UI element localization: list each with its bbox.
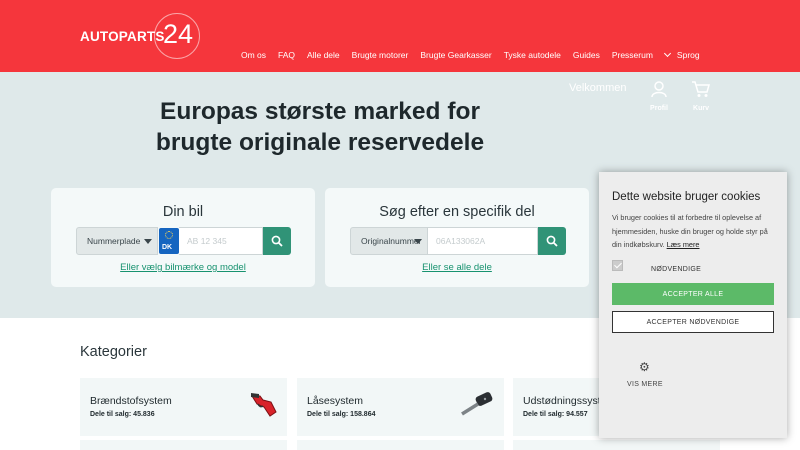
logo-number: 24: [163, 19, 194, 49]
search-type-select[interactable]: Nummerplade: [76, 227, 158, 255]
part-search-type-value: Originalnummer: [361, 236, 422, 246]
cart-icon: [692, 81, 710, 97]
nav-item-guides[interactable]: Guides: [573, 50, 600, 60]
hero-title-line-2: brugte originale reservedele: [155, 129, 485, 156]
car-search-card: Din bil Nummerplade DK AB 12 345 Eller v…: [51, 188, 315, 287]
site-header: AUTOPARTS 24 Om os FAQ Alle dele Brugte …: [0, 0, 800, 72]
part-search-button[interactable]: [538, 227, 566, 255]
country-flag-badge: DK: [159, 228, 179, 254]
welcome-text: Velkommen: [569, 82, 627, 94]
part-search-type-select[interactable]: Originalnummer: [350, 227, 428, 255]
accept-necessary-button[interactable]: ACCEPTER NØDVENDIGE: [612, 311, 774, 333]
part-number-placeholder: 06A133062A: [436, 236, 486, 246]
choose-make-model-link[interactable]: Eller vælg bilmærke og model: [51, 262, 315, 273]
car-key-icon: [461, 392, 493, 416]
nav-item-press[interactable]: Presserum: [612, 50, 653, 60]
profile-button[interactable]: Profil: [644, 80, 674, 112]
category-card[interactable]: [513, 440, 720, 450]
search-icon: [271, 235, 283, 247]
cookie-title: Dette website bruger cookies: [612, 191, 761, 203]
category-name: Brændstofsystem: [90, 395, 172, 407]
nav-item-faq[interactable]: FAQ: [278, 50, 295, 60]
part-search-title: Søg efter en specifik del: [379, 204, 535, 220]
dropdown-arrow-icon: [414, 239, 422, 244]
user-icon: [651, 81, 667, 98]
category-name: Låsesystem: [307, 395, 364, 407]
dropdown-arrow-icon: [144, 239, 152, 244]
category-count: Dele til salg: 94.557: [523, 411, 588, 418]
profile-label: Profil: [650, 105, 668, 112]
fuel-nozzle-icon: [251, 393, 277, 417]
site-logo[interactable]: AUTOPARTS 24: [80, 13, 200, 59]
hero-title: Europas største marked for brugte origin…: [120, 96, 520, 158]
nav-item-all-parts[interactable]: Alle dele: [307, 50, 340, 60]
nav-item-gearboxes[interactable]: Brugte Gearkasser: [420, 50, 491, 60]
part-number-input[interactable]: 06A133062A: [428, 227, 538, 255]
cart-label: Kurv: [693, 105, 709, 112]
necessary-label: NØDVENDIGE: [651, 266, 702, 273]
license-plate-placeholder: AB 12 345: [187, 236, 227, 246]
necessary-checkbox[interactable]: [612, 260, 623, 271]
gear-icon[interactable]: ⚙: [639, 360, 650, 374]
category-card[interactable]: [80, 440, 287, 450]
cookie-text: Vi bruger cookies til at forbedre til op…: [612, 211, 776, 252]
category-card[interactable]: Låsesystem Dele til salg: 158.864: [297, 378, 504, 436]
license-plate-input[interactable]: AB 12 345: [179, 227, 263, 255]
language-label: Sprog: [676, 50, 700, 60]
search-type-value: Nummerplade: [87, 236, 141, 246]
eu-stars-icon: [165, 231, 173, 239]
categories-heading: Kategorier: [80, 344, 147, 360]
language-selector[interactable]: Sprog: [663, 49, 700, 60]
category-card[interactable]: [297, 440, 504, 450]
part-search-row: Originalnummer 06A133062A: [350, 227, 566, 255]
country-code: DK: [162, 244, 173, 251]
car-search-button[interactable]: [263, 227, 291, 255]
car-search-row: Nummerplade DK AB 12 345: [76, 227, 291, 255]
see-all-parts-link[interactable]: Eller se alle dele: [325, 262, 589, 273]
search-icon: [546, 235, 558, 247]
nav-item-about[interactable]: Om os: [241, 50, 266, 60]
cookie-banner: Dette website bruger cookies Vi bruger c…: [599, 172, 787, 438]
chevron-down-icon: [663, 49, 671, 58]
category-count: Dele til salg: 45.836: [90, 411, 155, 418]
category-count: Dele til salg: 158.864: [307, 411, 376, 418]
category-card[interactable]: Brændstofsystem Dele til salg: 45.836: [80, 378, 287, 436]
car-search-title: Din bil: [162, 204, 204, 220]
part-search-card: Søg efter en specifik del Originalnummer…: [325, 188, 589, 287]
accept-all-button[interactable]: ACCEPTER ALLE: [612, 283, 774, 305]
nav-item-engines[interactable]: Brugte motorer: [352, 50, 409, 60]
hero-title-line-1: Europas største marked for: [160, 98, 480, 125]
read-more-link[interactable]: Læs mere: [667, 240, 700, 249]
main-nav: Om os FAQ Alle dele Brugte motorer Brugt…: [241, 49, 712, 60]
nav-item-german-parts[interactable]: Tyske autodele: [504, 50, 561, 60]
show-more-button[interactable]: VIS MERE: [627, 381, 663, 388]
logo-text: AUTOPARTS: [80, 28, 165, 44]
cart-button[interactable]: Kurv: [686, 80, 716, 112]
